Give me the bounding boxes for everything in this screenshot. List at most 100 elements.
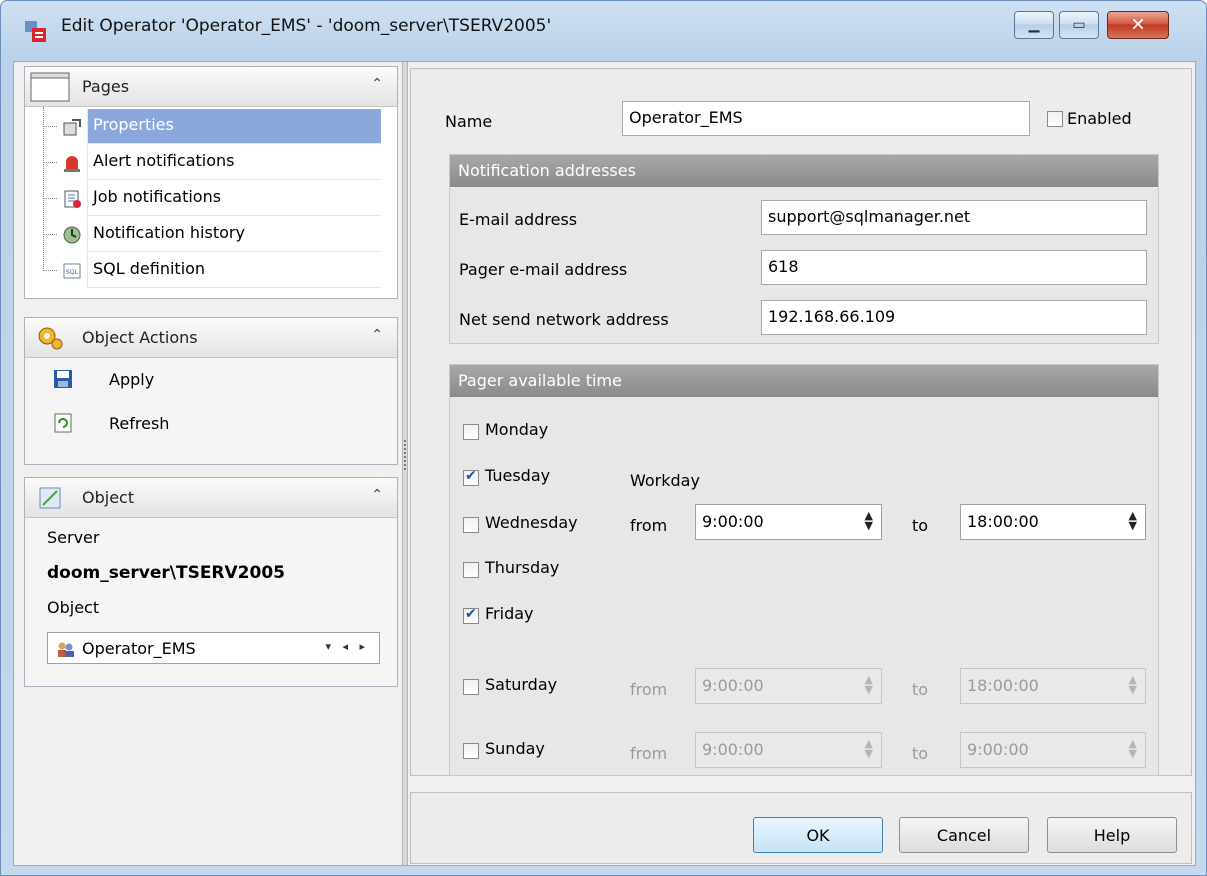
sunday-to-value: 9:00:00 bbox=[967, 740, 1029, 759]
spin-updown-icon: ▲ ▼ bbox=[1128, 673, 1137, 696]
close-button[interactable]: ✕ bbox=[1107, 11, 1169, 39]
minimize-button[interactable]: ▁ bbox=[1014, 11, 1054, 39]
saturday-from-time: 9:00:00 ▲ ▼ bbox=[695, 668, 882, 704]
cancel-button[interactable]: Cancel bbox=[899, 817, 1029, 853]
spin-updown-icon: ▲ ▼ bbox=[864, 673, 873, 696]
sql-icon: SQL bbox=[63, 263, 81, 279]
actions-header-label: Object Actions bbox=[82, 328, 198, 347]
object-select-value: Operator_EMS bbox=[82, 639, 196, 658]
operator-icon bbox=[58, 642, 74, 657]
ok-button[interactable]: OK bbox=[753, 817, 883, 853]
refresh-action[interactable]: Refresh bbox=[25, 402, 397, 446]
friday-label: Friday bbox=[485, 604, 534, 623]
object-panel-header[interactable]: Object ⌃ bbox=[25, 478, 397, 518]
thursday-checkbox[interactable] bbox=[463, 562, 479, 578]
pager-available-time-header: Pager available time bbox=[450, 365, 1158, 397]
workday-to-label: to bbox=[912, 516, 929, 535]
sunday-from-time: 9:00:00 ▲ ▼ bbox=[695, 732, 882, 768]
collapse-chevron-icon[interactable]: ⌃ bbox=[371, 487, 383, 503]
saturday-from-label: from bbox=[630, 680, 668, 699]
pager-email-input[interactable]: 618 bbox=[761, 250, 1147, 285]
enabled-label: Enabled bbox=[1067, 109, 1132, 128]
actions-panel-header[interactable]: Object Actions ⌃ bbox=[25, 318, 397, 358]
pages-header-label: Pages bbox=[82, 77, 130, 96]
workday-to-value: 18:00:00 bbox=[967, 512, 1039, 531]
thursday-label: Thursday bbox=[485, 558, 560, 577]
collapse-chevron-icon[interactable]: ⌃ bbox=[371, 327, 383, 343]
notification-addresses-header: Notification addresses bbox=[450, 155, 1158, 187]
workday-label: Workday bbox=[630, 471, 700, 490]
page-label: Notification history bbox=[87, 217, 381, 252]
page-label: Properties bbox=[87, 109, 381, 144]
dialog-client: Pages ⌃ Properties Alert notifications J… bbox=[13, 61, 1196, 866]
pages-panel-header[interactable]: Pages ⌃ bbox=[25, 67, 397, 107]
tuesday-checkbox[interactable] bbox=[463, 468, 479, 486]
object-panel: Object ⌃ Server doom_server\TSERV2005 Ob… bbox=[24, 477, 398, 687]
monday-checkbox[interactable] bbox=[463, 424, 479, 440]
app-icon bbox=[25, 21, 46, 42]
sunday-checkbox[interactable] bbox=[463, 743, 479, 759]
workday-from-label: from bbox=[630, 516, 668, 535]
saturday-from-value: 9:00:00 bbox=[702, 676, 764, 695]
refresh-icon bbox=[54, 413, 72, 433]
monday-label: Monday bbox=[485, 420, 549, 439]
gears-icon bbox=[38, 327, 63, 350]
object-actions-panel: Object Actions ⌃ Apply Refresh bbox=[24, 317, 398, 465]
workday-to-time[interactable]: 18:00:00 ▲ ▼ bbox=[960, 504, 1146, 540]
enabled-checkbox[interactable] bbox=[1047, 111, 1063, 127]
pages-tree: Properties Alert notifications Job notif… bbox=[25, 107, 397, 289]
saturday-to-time: 18:00:00 ▲ ▼ bbox=[960, 668, 1146, 704]
server-label: Server bbox=[47, 528, 100, 547]
spin-updown-icon[interactable]: ▲ ▼ bbox=[865, 510, 873, 531]
notification-addresses-group: Notification addresses E-mail address su… bbox=[449, 154, 1159, 344]
window-title: Edit Operator 'Operator_EMS' - 'doom_ser… bbox=[61, 16, 552, 36]
page-label: SQL definition bbox=[87, 253, 381, 288]
tuesday-label: Tuesday bbox=[485, 466, 551, 485]
job-icon bbox=[64, 190, 81, 208]
refresh-label: Refresh bbox=[109, 414, 170, 433]
svg-text:SQL: SQL bbox=[66, 269, 79, 276]
maximize-icon: ▭ bbox=[1072, 17, 1086, 33]
page-job-notifications[interactable]: Job notifications bbox=[25, 181, 397, 217]
splitter[interactable] bbox=[402, 62, 408, 865]
maximize-button[interactable]: ▭ bbox=[1059, 11, 1099, 39]
title-bar[interactable]: Edit Operator 'Operator_EMS' - 'doom_ser… bbox=[1, 1, 1206, 57]
page-alert-notifications[interactable]: Alert notifications bbox=[25, 145, 397, 181]
sunday-label: Sunday bbox=[485, 739, 545, 758]
collapse-chevron-icon[interactable]: ⌃ bbox=[371, 76, 383, 92]
saturday-checkbox[interactable] bbox=[463, 679, 479, 695]
combo-nav-arrows-icon[interactable]: ▾ ◂ ▸ bbox=[325, 640, 369, 653]
server-value: doom_server\TSERV2005 bbox=[47, 563, 285, 583]
apply-action[interactable]: Apply bbox=[25, 358, 397, 402]
email-label: E-mail address bbox=[459, 210, 578, 229]
page-sql-definition[interactable]: SQL SQL definition bbox=[25, 253, 397, 289]
pages-panel: Pages ⌃ Properties Alert notifications J… bbox=[24, 66, 398, 299]
net-send-input[interactable]: 192.168.66.109 bbox=[761, 300, 1147, 335]
spin-updown-icon[interactable]: ▲ ▼ bbox=[1129, 510, 1137, 531]
object-header-label: Object bbox=[82, 488, 135, 507]
save-icon bbox=[54, 370, 72, 388]
edit-operator-window: Edit Operator 'Operator_EMS' - 'doom_ser… bbox=[0, 0, 1207, 876]
page-label: Alert notifications bbox=[87, 145, 381, 180]
saturday-label: Saturday bbox=[485, 675, 558, 694]
sunday-from-value: 9:00:00 bbox=[702, 740, 764, 759]
minimize-icon: ▁ bbox=[1028, 17, 1040, 33]
sidebar: Pages ⌃ Properties Alert notifications J… bbox=[14, 62, 403, 865]
sunday-from-label: from bbox=[630, 744, 668, 763]
workday-from-time[interactable]: 9:00:00 ▲ ▼ bbox=[695, 504, 882, 540]
pages-icon bbox=[30, 72, 70, 102]
wednesday-checkbox[interactable] bbox=[463, 517, 479, 533]
name-input[interactable]: Operator_EMS bbox=[622, 101, 1030, 136]
history-icon bbox=[63, 226, 81, 244]
sunday-to-label: to bbox=[912, 744, 929, 763]
page-notification-history[interactable]: Notification history bbox=[25, 217, 397, 253]
alert-icon bbox=[64, 156, 80, 172]
spin-updown-icon: ▲ ▼ bbox=[864, 737, 873, 760]
pager-email-label: Pager e-mail address bbox=[459, 260, 628, 279]
object-select[interactable]: Operator_EMS ▾ ◂ ▸ bbox=[47, 632, 380, 664]
page-properties[interactable]: Properties bbox=[25, 109, 397, 145]
friday-checkbox[interactable] bbox=[463, 606, 479, 624]
help-button[interactable]: Help bbox=[1047, 817, 1177, 853]
name-label: Name bbox=[445, 112, 493, 131]
email-input[interactable]: support@sqlmanager.net bbox=[761, 200, 1147, 235]
